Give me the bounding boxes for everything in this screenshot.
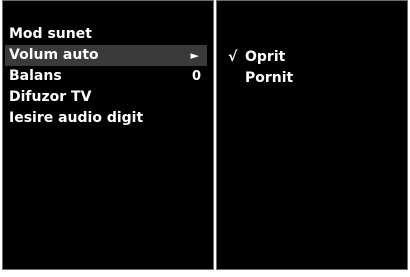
menu-item-label: Iesire audio digit [9, 110, 144, 126]
menu-item-label: Volum auto [9, 47, 99, 63]
menu-item-label: Mod sunet [9, 26, 92, 42]
tv-audio-menu-screen: Mod sunet Volum auto ► Balans 0 Difuzor … [0, 0, 410, 277]
balance-value: 0 [191, 69, 201, 84]
menu-item-mod-sunet[interactable]: Mod sunet [5, 24, 207, 45]
audio-menu-list: Mod sunet Volum auto ► Balans 0 Difuzor … [5, 24, 207, 129]
option-oprit[interactable]: √ Oprit [228, 47, 398, 68]
checkmark-icon: √ [228, 49, 238, 65]
option-label: Oprit [245, 49, 286, 65]
right-arrow-icon: ► [190, 49, 199, 62]
submenu-panel [216, 0, 408, 270]
menu-item-label: Balans [9, 68, 62, 84]
menu-item-balans[interactable]: Balans 0 [5, 66, 207, 87]
menu-item-volum-auto[interactable]: Volum auto ► [5, 45, 207, 66]
menu-item-difuzor-tv[interactable]: Difuzor TV [5, 87, 207, 108]
menu-item-iesire-audio-digit[interactable]: Iesire audio digit [5, 108, 207, 129]
option-pornit[interactable]: Pornit [228, 68, 398, 89]
menu-item-label: Difuzor TV [9, 89, 92, 105]
option-label: Pornit [245, 70, 294, 86]
volum-auto-options: √ Oprit Pornit [228, 47, 398, 89]
